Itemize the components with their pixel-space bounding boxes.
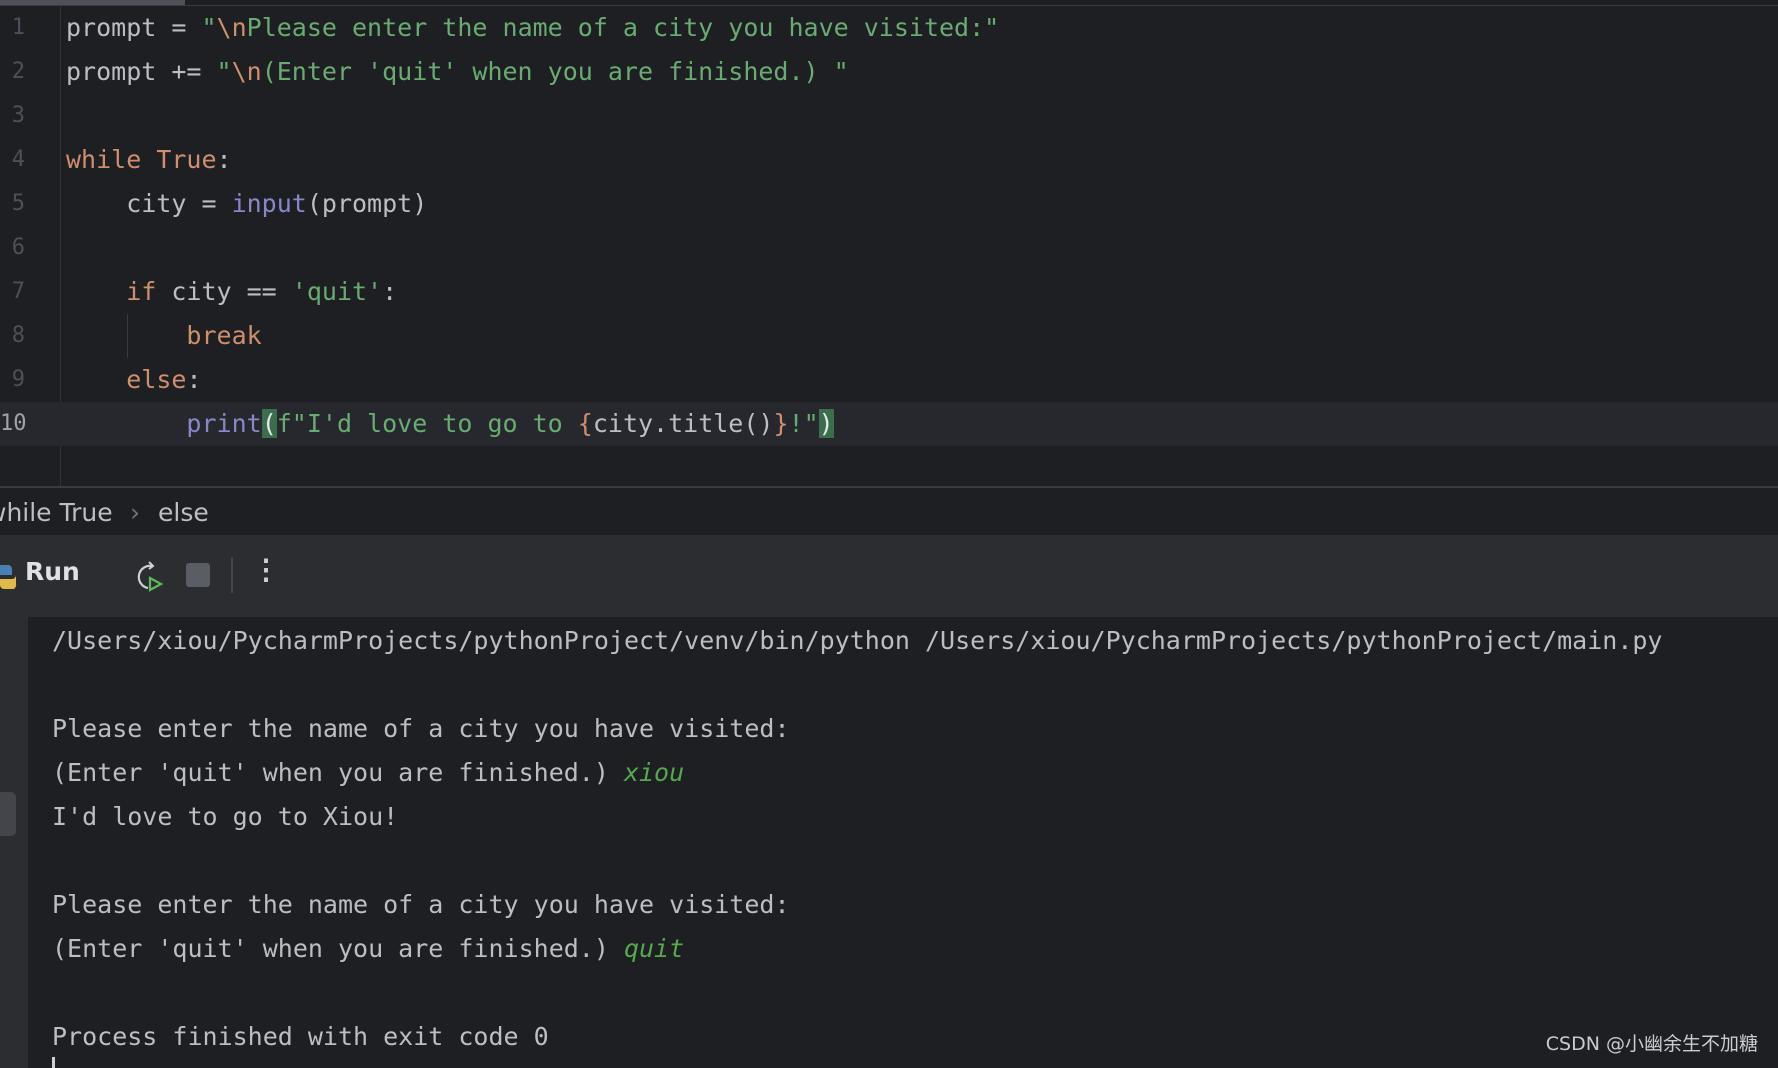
code-line[interactable]: 2 prompt += "\n(Enter 'quit' when you are…	[0, 50, 1778, 94]
code-token: :	[186, 365, 202, 394]
code-token: prompt =	[66, 13, 202, 42]
line-number: 2	[11, 59, 25, 84]
code-token: True	[156, 145, 217, 174]
console-line: (Enter 'quit' when you are finished.) xi…	[52, 751, 684, 795]
breadcrumb: while True › else	[0, 490, 1778, 535]
code-token: city ==	[156, 277, 292, 306]
code-line[interactable]: 1 prompt = "\nPlease enter the name of a …	[0, 6, 1778, 50]
line-number: 10	[0, 411, 27, 436]
console-line: (Enter 'quit' when you are finished.) qu…	[52, 927, 684, 971]
code-text: while True:	[66, 138, 232, 182]
console-side-toolbar	[0, 617, 28, 1068]
code-token: if	[126, 277, 157, 306]
output-text: I'd love to go to Xiou!	[52, 802, 399, 831]
line-number: 7	[11, 279, 25, 304]
code-token: )	[818, 409, 834, 438]
output-text: Process finished with exit code 0	[52, 1022, 549, 1051]
console-line: Process finished with exit code 0	[52, 1015, 549, 1059]
code-line[interactable]: 10 print(f"I'd love to go to {city.title…	[0, 402, 1778, 446]
code-line[interactable]: 5 city = input(prompt)	[0, 182, 1778, 226]
code-token: \n	[216, 13, 247, 42]
breadcrumb-separator: ›	[130, 498, 140, 527]
run-toolbar: Run ⋮	[0, 535, 1778, 617]
scroll-thumb[interactable]	[0, 0, 185, 5]
output-text: (Enter 'quit' when you are finished.)	[52, 934, 624, 963]
run-tool-window-title: Run	[25, 557, 80, 586]
code-text: prompt = "\nPlease enter the name of a c…	[66, 6, 999, 50]
code-token: :	[216, 145, 232, 174]
code-line[interactable]: 3	[0, 94, 1778, 138]
breadcrumb-item[interactable]: else	[158, 490, 209, 535]
user-input-text: xiou	[623, 758, 685, 787]
code-token: (Enter 'quit' when you are finished.) "	[261, 57, 849, 86]
code-token: {	[577, 409, 593, 438]
code-editor[interactable]: 1 prompt = "\nPlease enter the name of a …	[0, 6, 1778, 488]
code-line[interactable]: 8 break	[0, 314, 1778, 358]
console-line: /Users/xiou/PycharmProjects/pythonProjec…	[52, 619, 1663, 663]
code-line[interactable]: 4 while True:	[0, 138, 1778, 182]
code-token: while	[66, 145, 157, 174]
code-text: break	[66, 314, 262, 358]
code-text: city = input(prompt)	[66, 182, 427, 226]
python-icon	[0, 565, 17, 589]
output-text: Please enter the name of a city you have…	[52, 714, 790, 743]
code-token: :	[382, 277, 398, 306]
code-text: else:	[66, 358, 202, 402]
code-token: print	[186, 409, 262, 438]
watermark: CSDN @小幽余生不加糖	[1545, 1033, 1758, 1055]
breadcrumb-item[interactable]: while True	[0, 490, 113, 535]
scroll-to-end-button[interactable]	[0, 792, 16, 836]
run-console-output[interactable]: /Users/xiou/PycharmProjects/pythonProjec…	[0, 617, 1778, 1068]
code-text: prompt += "\n(Enter 'quit' when you are …	[66, 50, 849, 94]
code-token: (prompt)	[306, 189, 428, 218]
code-token: \n	[231, 57, 262, 86]
code-token: "	[216, 57, 232, 86]
code-line[interactable]: 7 if city == 'quit':	[0, 270, 1778, 314]
console-line: I'd love to go to Xiou!	[52, 795, 398, 839]
code-text: print(f"I'd love to go to {city.title()}…	[66, 402, 834, 446]
console-line: Please enter the name of a city you have…	[52, 883, 790, 927]
code-line[interactable]: 6	[0, 226, 1778, 270]
line-number: 3	[11, 103, 25, 128]
code-text: if city == 'quit':	[66, 270, 397, 314]
line-number: 6	[11, 235, 25, 260]
code-token: }	[773, 409, 789, 438]
line-number: 9	[11, 367, 25, 392]
code-token: 'quit'	[291, 277, 383, 306]
code-line[interactable]: 9 else:	[0, 358, 1778, 402]
user-input-text: quit	[623, 934, 685, 963]
output-text: Please enter the name of a city you have…	[52, 890, 790, 919]
toolbar-divider	[231, 557, 233, 593]
code-token: (	[261, 409, 277, 438]
code-token: break	[186, 321, 262, 350]
code-token: !"	[788, 409, 819, 438]
more-options-icon[interactable]: ⋮	[252, 553, 280, 586]
line-number: 4	[11, 147, 25, 172]
code-token: city =	[66, 189, 232, 218]
code-token: "	[201, 13, 217, 42]
code-token: input	[231, 189, 307, 218]
stop-button[interactable]	[186, 563, 210, 587]
rerun-icon[interactable]	[130, 560, 164, 594]
output-text: /Users/xiou/PycharmProjects/pythonProjec…	[52, 626, 1663, 655]
line-number: 5	[11, 191, 25, 216]
code-token: f"I'd love to go to	[276, 409, 578, 438]
code-token: else	[126, 365, 187, 394]
code-token: prompt +=	[66, 57, 217, 86]
output-text: (Enter 'quit' when you are finished.)	[52, 758, 624, 787]
code-token: city.title()	[592, 409, 774, 438]
code-token: Please enter the name of a city you have…	[246, 13, 1000, 42]
console-line: Please enter the name of a city you have…	[52, 707, 790, 751]
line-number: 8	[11, 323, 25, 348]
line-number: 1	[11, 15, 25, 40]
